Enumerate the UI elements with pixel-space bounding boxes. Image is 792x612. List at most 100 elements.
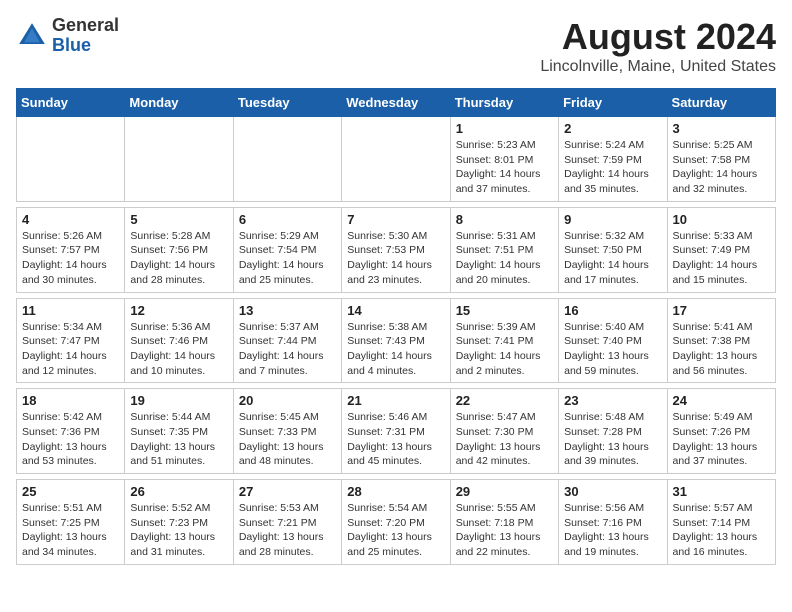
calendar-cell: 5 Sunrise: 5:28 AMSunset: 7:56 PMDaylight… bbox=[125, 207, 233, 292]
day-number: 3 bbox=[673, 121, 770, 136]
day-info: Sunrise: 5:44 AMSunset: 7:35 PMDaylight:… bbox=[130, 410, 227, 469]
day-info: Sunrise: 5:53 AMSunset: 7:21 PMDaylight:… bbox=[239, 501, 336, 560]
calendar-cell: 20Sunrise: 5:45 AMSunset: 7:33 PMDayligh… bbox=[233, 389, 341, 474]
day-number: 2 bbox=[564, 121, 661, 136]
calendar-cell: 7Sunrise: 5:30 AMSunset: 7:53 PMDaylight… bbox=[342, 207, 450, 292]
calendar-cell: 11Sunrise: 5:34 AMSunset: 7:47 PMDayligh… bbox=[17, 298, 125, 383]
calendar-header-row: SundayMondayTuesdayWednesdayThursdayFrid… bbox=[17, 89, 776, 117]
calendar-week-row: 4 Sunrise: 5:26 AMSunset: 7:57 PMDaylight… bbox=[17, 207, 776, 292]
logo-blue-text: Blue bbox=[52, 35, 91, 55]
day-number: 10 bbox=[673, 212, 770, 227]
logo: General Blue bbox=[16, 16, 119, 56]
day-info: Sunrise: 5:37 AMSunset: 7:44 PMDaylight:… bbox=[239, 320, 336, 379]
day-number: 17 bbox=[673, 303, 770, 318]
day-info: Sunrise: 5:30 AMSunset: 7:53 PMDaylight:… bbox=[347, 229, 444, 288]
day-number: 24 bbox=[673, 393, 770, 408]
day-info: Sunrise: 5:34 AMSunset: 7:47 PMDaylight:… bbox=[22, 320, 119, 379]
day-number: 5 bbox=[130, 212, 227, 227]
day-number: 22 bbox=[456, 393, 553, 408]
day-number: 23 bbox=[564, 393, 661, 408]
day-info: Sunrise: 5:32 AMSunset: 7:50 PMDaylight:… bbox=[564, 229, 661, 288]
calendar-cell: 23 Sunrise: 5:48 AMSunset: 7:28 PMDayligh… bbox=[559, 389, 667, 474]
day-info: Sunrise: 5:25 AMSunset: 7:58 PMDaylight:… bbox=[673, 138, 770, 197]
calendar-cell: 17 Sunrise: 5:41 AMSunset: 7:38 PMDayligh… bbox=[667, 298, 775, 383]
day-info: Sunrise: 5:23 AMSunset: 8:01 PMDaylight:… bbox=[456, 138, 553, 197]
header-saturday: Saturday bbox=[667, 89, 775, 117]
calendar-cell: 1 Sunrise: 5:23 AMSunset: 8:01 PMDaylight… bbox=[450, 117, 558, 202]
calendar-cell: 8Sunrise: 5:31 AMSunset: 7:51 PMDaylight… bbox=[450, 207, 558, 292]
day-number: 6 bbox=[239, 212, 336, 227]
day-number: 14 bbox=[347, 303, 444, 318]
logo-icon bbox=[16, 20, 48, 52]
header-friday: Friday bbox=[559, 89, 667, 117]
day-info: Sunrise: 5:33 AMSunset: 7:49 PMDaylight:… bbox=[673, 229, 770, 288]
calendar-cell bbox=[342, 117, 450, 202]
calendar-cell bbox=[125, 117, 233, 202]
calendar-cell: 14 Sunrise: 5:38 AMSunset: 7:43 PMDayligh… bbox=[342, 298, 450, 383]
calendar-cell: 29Sunrise: 5:55 AMSunset: 7:18 PMDayligh… bbox=[450, 480, 558, 565]
day-number: 21 bbox=[347, 393, 444, 408]
day-info: Sunrise: 5:41 AMSunset: 7:38 PMDaylight:… bbox=[673, 320, 770, 379]
calendar-cell: 15 Sunrise: 5:39 AMSunset: 7:41 PMDayligh… bbox=[450, 298, 558, 383]
day-number: 9 bbox=[564, 212, 661, 227]
calendar-cell: 16 Sunrise: 5:40 AMSunset: 7:40 PMDayligh… bbox=[559, 298, 667, 383]
day-number: 18 bbox=[22, 393, 119, 408]
calendar-cell: 6Sunrise: 5:29 AMSunset: 7:54 PMDaylight… bbox=[233, 207, 341, 292]
page-subtitle: Lincolnville, Maine, United States bbox=[540, 58, 776, 76]
day-info: Sunrise: 5:55 AMSunset: 7:18 PMDaylight:… bbox=[456, 501, 553, 560]
day-number: 12 bbox=[130, 303, 227, 318]
header-wednesday: Wednesday bbox=[342, 89, 450, 117]
day-info: Sunrise: 5:36 AMSunset: 7:46 PMDaylight:… bbox=[130, 320, 227, 379]
calendar-cell: 2Sunrise: 5:24 AMSunset: 7:59 PMDaylight… bbox=[559, 117, 667, 202]
calendar-cell: 30 Sunrise: 5:56 AMSunset: 7:16 PMDayligh… bbox=[559, 480, 667, 565]
calendar-cell: 13 Sunrise: 5:37 AMSunset: 7:44 PMDayligh… bbox=[233, 298, 341, 383]
calendar-week-row: 1 Sunrise: 5:23 AMSunset: 8:01 PMDaylight… bbox=[17, 117, 776, 202]
day-info: Sunrise: 5:51 AMSunset: 7:25 PMDaylight:… bbox=[22, 501, 119, 560]
day-info: Sunrise: 5:54 AMSunset: 7:20 PMDaylight:… bbox=[347, 501, 444, 560]
calendar-cell: 18 Sunrise: 5:42 AMSunset: 7:36 PMDayligh… bbox=[17, 389, 125, 474]
day-number: 13 bbox=[239, 303, 336, 318]
calendar-cell: 9 Sunrise: 5:32 AMSunset: 7:50 PMDaylight… bbox=[559, 207, 667, 292]
day-number: 27 bbox=[239, 484, 336, 499]
header-monday: Monday bbox=[125, 89, 233, 117]
calendar-table: SundayMondayTuesdayWednesdayThursdayFrid… bbox=[16, 88, 776, 565]
day-info: Sunrise: 5:42 AMSunset: 7:36 PMDaylight:… bbox=[22, 410, 119, 469]
calendar-cell: 3 Sunrise: 5:25 AMSunset: 7:58 PMDaylight… bbox=[667, 117, 775, 202]
calendar-cell: 21 Sunrise: 5:46 AMSunset: 7:31 PMDayligh… bbox=[342, 389, 450, 474]
header-thursday: Thursday bbox=[450, 89, 558, 117]
page-title: August 2024 bbox=[540, 16, 776, 58]
header-sunday: Sunday bbox=[17, 89, 125, 117]
day-number: 1 bbox=[456, 121, 553, 136]
day-number: 15 bbox=[456, 303, 553, 318]
calendar-cell: 24Sunrise: 5:49 AMSunset: 7:26 PMDayligh… bbox=[667, 389, 775, 474]
logo-general-text: General bbox=[52, 15, 119, 35]
calendar-cell: 12 Sunrise: 5:36 AMSunset: 7:46 PMDayligh… bbox=[125, 298, 233, 383]
calendar-cell: 31Sunrise: 5:57 AMSunset: 7:14 PMDayligh… bbox=[667, 480, 775, 565]
day-info: Sunrise: 5:56 AMSunset: 7:16 PMDaylight:… bbox=[564, 501, 661, 560]
day-info: Sunrise: 5:47 AMSunset: 7:30 PMDaylight:… bbox=[456, 410, 553, 469]
day-number: 4 bbox=[22, 212, 119, 227]
day-info: Sunrise: 5:46 AMSunset: 7:31 PMDaylight:… bbox=[347, 410, 444, 469]
day-number: 20 bbox=[239, 393, 336, 408]
calendar-cell: 27 Sunrise: 5:53 AMSunset: 7:21 PMDayligh… bbox=[233, 480, 341, 565]
calendar-week-row: 25Sunrise: 5:51 AMSunset: 7:25 PMDayligh… bbox=[17, 480, 776, 565]
day-number: 31 bbox=[673, 484, 770, 499]
calendar-cell: 28 Sunrise: 5:54 AMSunset: 7:20 PMDayligh… bbox=[342, 480, 450, 565]
day-info: Sunrise: 5:39 AMSunset: 7:41 PMDaylight:… bbox=[456, 320, 553, 379]
day-info: Sunrise: 5:52 AMSunset: 7:23 PMDaylight:… bbox=[130, 501, 227, 560]
day-info: Sunrise: 5:28 AMSunset: 7:56 PMDaylight:… bbox=[130, 229, 227, 288]
day-number: 28 bbox=[347, 484, 444, 499]
calendar-week-row: 18 Sunrise: 5:42 AMSunset: 7:36 PMDayligh… bbox=[17, 389, 776, 474]
calendar-cell: 10 Sunrise: 5:33 AMSunset: 7:49 PMDayligh… bbox=[667, 207, 775, 292]
calendar-cell bbox=[233, 117, 341, 202]
day-number: 16 bbox=[564, 303, 661, 318]
page-header: General Blue August 2024 Lincolnville, M… bbox=[16, 16, 776, 76]
day-info: Sunrise: 5:40 AMSunset: 7:40 PMDaylight:… bbox=[564, 320, 661, 379]
day-info: Sunrise: 5:38 AMSunset: 7:43 PMDaylight:… bbox=[347, 320, 444, 379]
calendar-week-row: 11Sunrise: 5:34 AMSunset: 7:47 PMDayligh… bbox=[17, 298, 776, 383]
day-info: Sunrise: 5:26 AMSunset: 7:57 PMDaylight:… bbox=[22, 229, 119, 288]
day-number: 30 bbox=[564, 484, 661, 499]
day-info: Sunrise: 5:48 AMSunset: 7:28 PMDaylight:… bbox=[564, 410, 661, 469]
title-block: August 2024 Lincolnville, Maine, United … bbox=[540, 16, 776, 76]
day-number: 8 bbox=[456, 212, 553, 227]
